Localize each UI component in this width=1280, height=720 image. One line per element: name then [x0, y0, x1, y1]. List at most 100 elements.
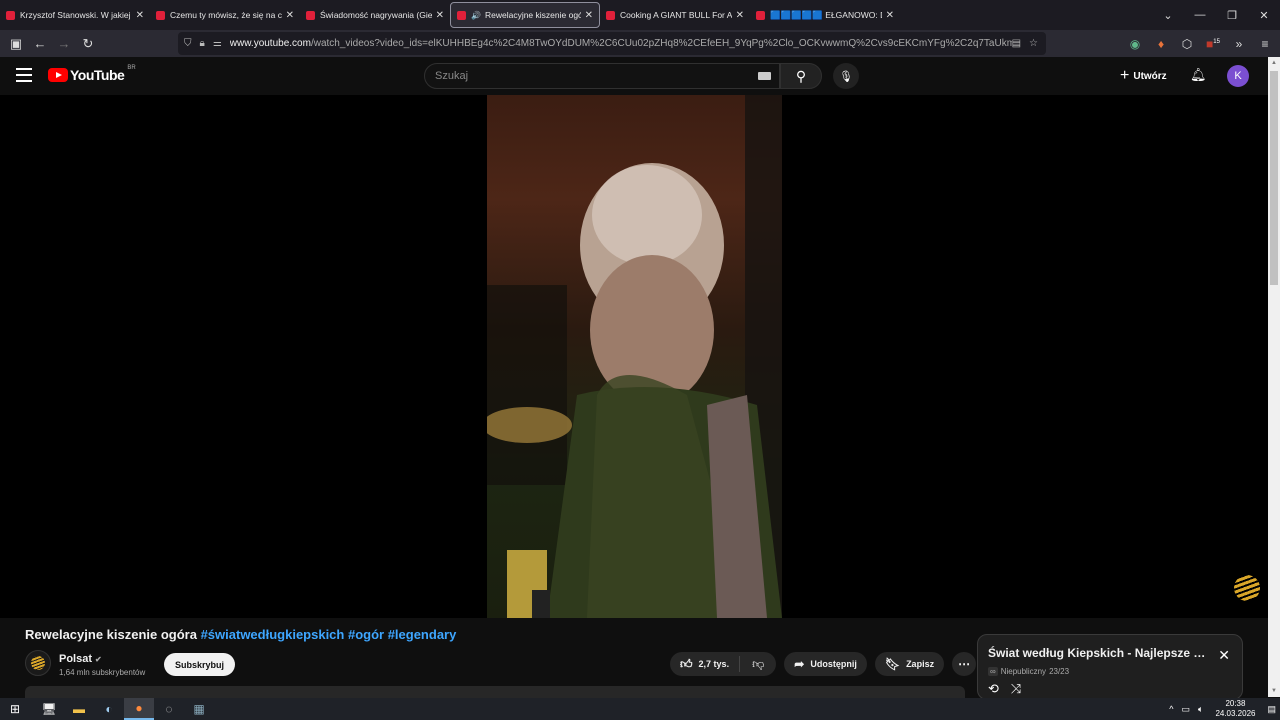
account-avatar[interactable]: K: [1227, 65, 1249, 87]
thumbs-down-icon: 👎︎: [752, 656, 765, 671]
close-tab-icon[interactable]: ✕: [436, 10, 444, 21]
channel-avatar[interactable]: [25, 650, 51, 676]
verified-badge-icon: ✔: [95, 655, 102, 664]
youtube-favicon-icon: [606, 10, 615, 20]
video-frame[interactable]: [487, 95, 782, 618]
page-scrollbar[interactable]: ▲ ▼: [1268, 57, 1280, 697]
bookmark-star-icon[interactable]: ☆: [1029, 38, 1038, 49]
bookmark-icon: 🔖︎: [884, 657, 901, 671]
overflow-chevrons-icon[interactable]: »: [1230, 37, 1248, 51]
voice-search-button[interactable]: 🎙︎: [833, 63, 859, 89]
shuffle-icon[interactable]: ⤨: [1011, 681, 1021, 697]
browser-tab-1[interactable]: Krzysztof Stanowski. W jakiej sp ✕: [0, 2, 150, 28]
sidebar-toggle-icon[interactable]: ▣: [4, 32, 28, 56]
video-hashtags[interactable]: #światwedługkiepskich #ogór #legendary: [201, 627, 457, 642]
subscribe-button[interactable]: Subskrybuj: [164, 653, 236, 676]
search-button[interactable]: ⚲: [780, 63, 822, 89]
permissions-icon[interactable]: ⚌: [213, 38, 222, 49]
browser-nav-bar: ▣ ← → ↻ ⛉ 🔒︎ ⚌ www.youtube.com/watch_vid…: [0, 30, 1280, 57]
close-window-icon[interactable]: ✕: [1248, 9, 1280, 22]
reader-view-icon[interactable]: ▤: [1012, 38, 1021, 49]
youtube-play-icon: [48, 68, 68, 82]
search-placeholder: Szukaj: [435, 70, 469, 82]
subscriber-count: 1,64 mln subskrybentów: [59, 668, 146, 677]
shield-icon[interactable]: ⛉: [184, 38, 192, 49]
windows-taskbar: ⊞ 🖥︎ ▬ ◐ ● ◌ ▦ ^ ▭ 🔈︎ 20:38 24.03.2026 ▤: [0, 698, 1280, 720]
playlist-controls: ⟲ ⤨: [988, 681, 1021, 697]
reload-icon[interactable]: ↻: [76, 32, 100, 56]
close-playlist-icon[interactable]: ✕: [1218, 647, 1230, 664]
extensions-puzzle-icon[interactable]: ⬡: [1178, 37, 1196, 51]
clock-time: 20:38: [1225, 699, 1246, 708]
notifications-icon[interactable]: ▤: [1263, 704, 1280, 715]
keyboard-icon[interactable]: [758, 72, 771, 80]
search-input[interactable]: Szukaj: [424, 63, 780, 89]
close-tab-icon[interactable]: ✕: [585, 10, 593, 21]
browser-tab-6[interactable]: 🟦🟦🟦🟦🟦 EŁGANOWO: D ✕: [750, 2, 900, 28]
like-count: 2,7 tys.: [698, 659, 730, 669]
playlist-title[interactable]: Świat według Kiepskich - Najlepsze sceny: [988, 646, 1208, 660]
browser-tab-bar: Krzysztof Stanowski. W jakiej sp ✕ Czemu …: [0, 0, 1280, 30]
toolbar-extensions: ◉ ♦ ⬡ ■15 » ≡: [1126, 32, 1274, 55]
scrollbar-thumb[interactable]: [1270, 71, 1278, 285]
speaker-icon[interactable]: 🔊: [471, 11, 481, 20]
minimize-icon[interactable]: —: [1184, 9, 1216, 21]
country-code: BR: [127, 65, 136, 71]
maximize-icon[interactable]: ❐: [1216, 9, 1248, 22]
browser-tab-2[interactable]: Czemu ty mówisz, że się na cieb ✕: [150, 2, 300, 28]
calculator-icon[interactable]: ▦: [184, 698, 214, 720]
steam-icon[interactable]: ◐: [94, 698, 124, 720]
channel-name[interactable]: Polsat: [59, 653, 92, 665]
browser-tab-5[interactable]: Cooking A GIANT BULL For A G ✕: [600, 2, 750, 28]
firefox-taskbar-icon[interactable]: ●: [124, 698, 154, 720]
like-button[interactable]: 👍︎ 2,7 tys.: [670, 656, 741, 672]
more-actions-button[interactable]: ⋯: [952, 652, 977, 676]
scroll-down-arrow-icon[interactable]: ▼: [1271, 688, 1277, 694]
video-player[interactable]: [0, 95, 1268, 618]
lock-icon[interactable]: 🔒︎: [200, 38, 205, 49]
youtube-favicon-icon: [6, 10, 15, 20]
create-button[interactable]: + Utwórz: [1120, 65, 1167, 87]
firefox-account-icon[interactable]: ♦: [1152, 37, 1170, 51]
tab-title: Czemu ty mówisz, że się na cieb: [170, 10, 282, 20]
notifications-bell-icon[interactable]: 🔔︎: [1190, 67, 1207, 83]
youtube-logo[interactable]: YouTube BR: [48, 65, 136, 83]
hamburger-menu-icon[interactable]: [16, 68, 32, 82]
windows-start-icon[interactable]: ⊞: [0, 698, 30, 720]
vpn-extension-icon[interactable]: ◉: [1126, 37, 1144, 51]
browser-tab-active[interactable]: 🔊 Rewelacyjne kiszenie ogóra ✕: [450, 2, 600, 28]
close-tab-icon[interactable]: ✕: [136, 10, 144, 21]
volume-icon[interactable]: 🔈︎: [1194, 704, 1207, 715]
youtube-header: YouTube BR Szukaj ⚲ 🎙︎ + Utwórz 🔔︎ K: [0, 57, 1268, 95]
network-icon[interactable]: ▭: [1178, 704, 1195, 715]
browser-tab-3[interactable]: Świadomość nagrywania (Giełd ✕: [300, 2, 450, 28]
back-icon[interactable]: ←: [28, 32, 52, 56]
display-app-icon[interactable]: 🖥︎: [34, 698, 64, 720]
app-taskbar-icon[interactable]: ◌: [154, 698, 184, 720]
plus-icon: +: [1120, 67, 1130, 84]
file-explorer-icon[interactable]: ▬: [64, 698, 94, 720]
tab-list-chevron-icon[interactable]: ⌄: [1152, 9, 1184, 22]
close-tab-icon[interactable]: ✕: [286, 10, 294, 21]
loop-icon[interactable]: ⟲: [988, 681, 999, 697]
app-menu-icon[interactable]: ≡: [1256, 37, 1274, 51]
polsat-watermark-logo: [1234, 575, 1260, 601]
clock[interactable]: 20:38 24.03.2026: [1207, 699, 1263, 719]
save-button[interactable]: 🔖︎ Zapisz: [874, 652, 945, 676]
share-button[interactable]: ➦ Udostępnij: [784, 652, 867, 676]
url-bar[interactable]: ⛉ 🔒︎ ⚌ www.youtube.com/watch_videos?vide…: [178, 32, 1046, 55]
scroll-up-arrow-icon[interactable]: ▲: [1271, 60, 1277, 66]
url-text[interactable]: www.youtube.com/watch_videos?video_ids=e…: [230, 38, 1012, 49]
window-controls: ⌄ — ❐ ✕: [1152, 0, 1280, 30]
forward-icon[interactable]: →: [52, 32, 76, 56]
close-tab-icon[interactable]: ✕: [886, 10, 894, 21]
playlist-visibility: Niepubliczny: [1000, 667, 1047, 676]
url-path: /watch_videos?video_ids=elKUHHBEg4c%2C4M…: [310, 38, 1012, 49]
description-box[interactable]: [25, 686, 965, 698]
playlist-position: 23/23: [1049, 667, 1070, 676]
close-tab-icon[interactable]: ✕: [736, 10, 744, 21]
dislike-button[interactable]: 👎︎: [740, 657, 776, 672]
show-hidden-icons-chevron-icon[interactable]: ^: [1165, 704, 1177, 714]
channel-name-row: Polsat ✔: [59, 653, 102, 665]
ublock-extension-icon[interactable]: ■15: [1204, 37, 1222, 51]
